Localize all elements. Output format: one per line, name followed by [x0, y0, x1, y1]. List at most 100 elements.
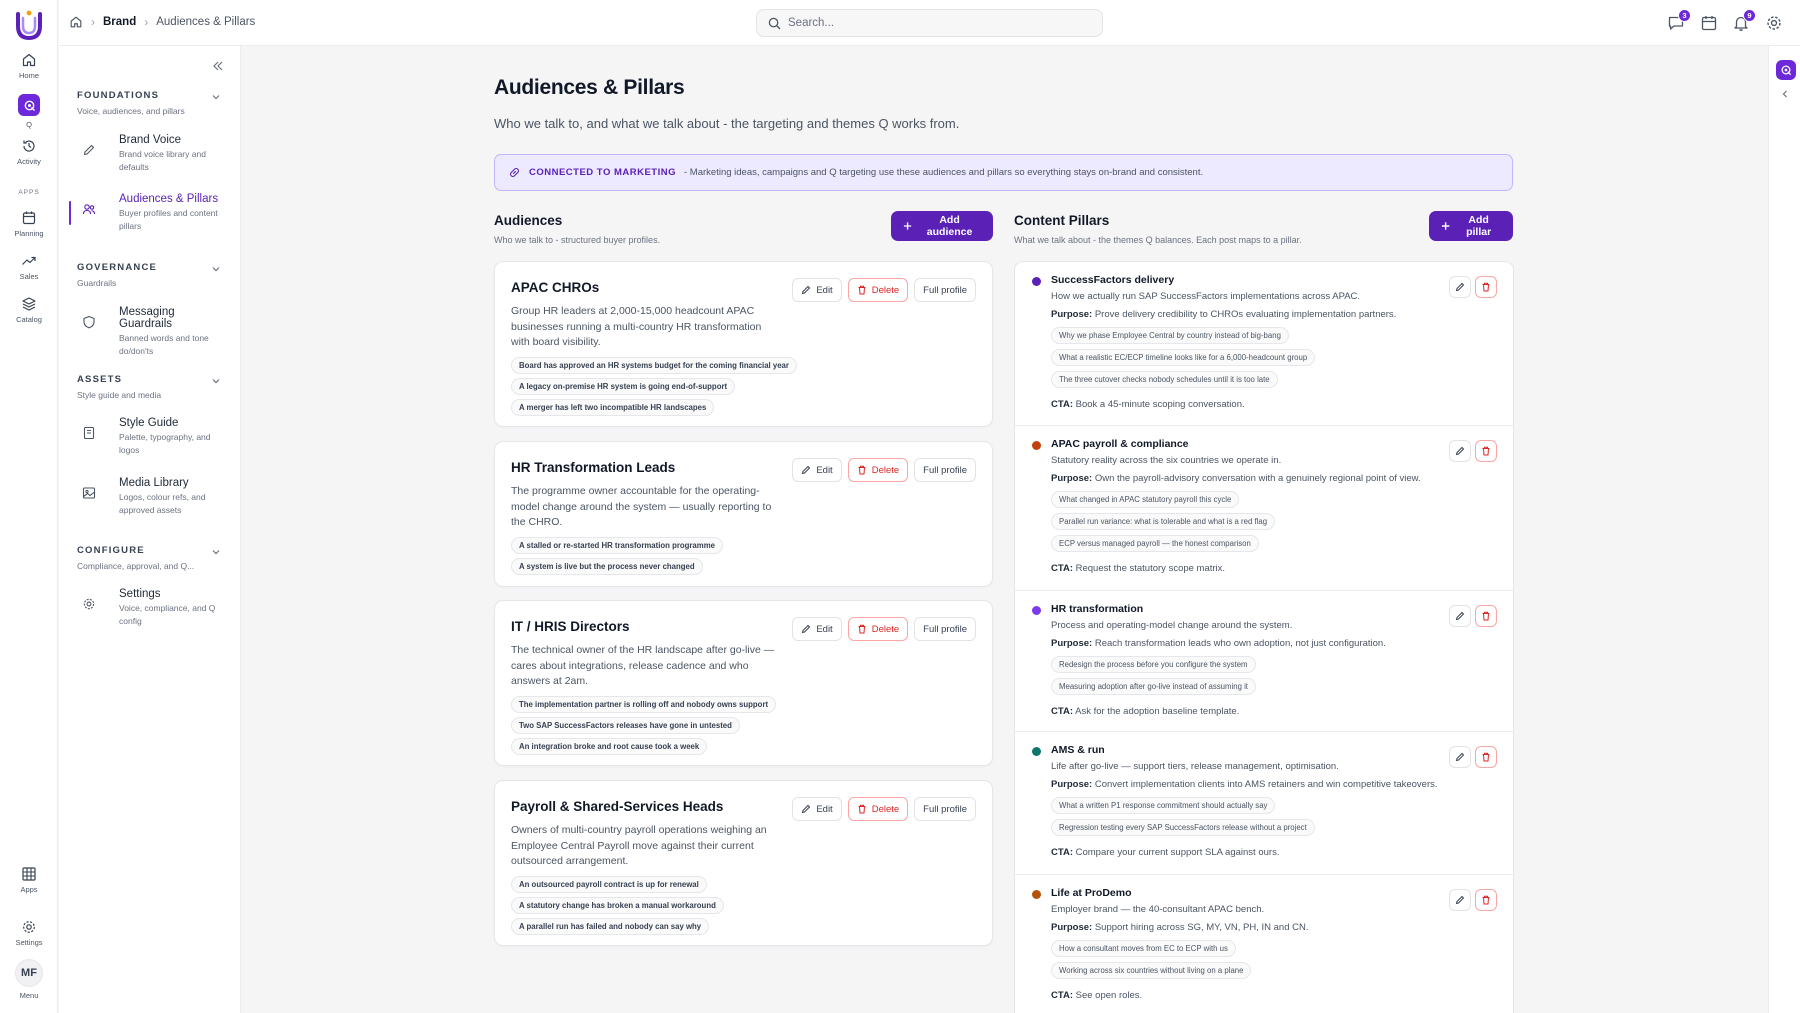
cta-label: CTA:: [1051, 990, 1073, 1001]
rail-q[interactable]: Q: [0, 94, 58, 129]
cta-text: See open roles.: [1075, 990, 1143, 1001]
sidebar-item-brand-voice[interactable]: Brand Voice Brand voice library and defa…: [69, 130, 231, 177]
purpose-text: Convert implementation clients into AMS …: [1094, 779, 1438, 790]
home-icon[interactable]: [69, 15, 83, 29]
edit-pillar-button[interactable]: [1449, 440, 1471, 462]
sidebar-item-desc: Buyer profiles and content pillars: [119, 208, 218, 231]
topic-chip: What changed in APAC statutory payroll t…: [1051, 491, 1240, 508]
purpose-text: Prove delivery credibility to CHROs eval…: [1094, 309, 1397, 320]
delete-button[interactable]: Delete: [847, 617, 909, 641]
sidebar-item-media-library[interactable]: Media Library Logos, colour refs, and ap…: [69, 473, 231, 520]
sidebar-item-style-guide[interactable]: Style Guide Palette, typography, and log…: [69, 413, 231, 460]
pillars-subtitle: What we talk about - the themes Q balanc…: [1014, 235, 1302, 245]
delete-pillar-button[interactable]: [1475, 276, 1497, 298]
delete-pillar-button[interactable]: [1475, 440, 1497, 462]
calendar-button[interactable]: [1700, 14, 1718, 32]
rail-apps[interactable]: Apps: [0, 866, 58, 894]
messages-button[interactable]: 3: [1667, 9, 1691, 32]
page-title: Audiences & Pillars: [494, 76, 685, 99]
audience-actions: Edit Delete Full profile: [792, 797, 976, 821]
plus-icon: [903, 222, 912, 230]
cta-text: Request the statutory scope matrix.: [1075, 563, 1226, 574]
purpose-label: Purpose:: [1051, 638, 1093, 649]
gear-icon: [23, 921, 35, 933]
rail-catalog[interactable]: Catalog: [0, 296, 58, 324]
sidebar-item-messaging-guardrails[interactable]: Messaging Guardrails Banned words and to…: [69, 302, 231, 361]
breadcrumb: › Brand › Audiences & Pillars: [69, 15, 255, 29]
chevron-down-icon[interactable]: [211, 547, 221, 557]
trash-icon: [858, 804, 866, 814]
trash-icon: [858, 465, 866, 475]
pillar-purpose: Purpose: Support hiring across SG, MY, V…: [1051, 922, 1309, 933]
full-profile-button[interactable]: Full profile: [914, 617, 976, 641]
topic-chip: Redesign the process before you configur…: [1051, 656, 1256, 673]
group-title-assets[interactable]: ASSETS: [77, 374, 122, 385]
group-title-governance[interactable]: GOVERNANCE: [77, 262, 157, 273]
logo-icon[interactable]: [14, 8, 44, 42]
sidebar-item-audiences-pillars[interactable]: Audiences & Pillars Buyer profiles and c…: [69, 189, 231, 236]
edit-button[interactable]: Edit: [792, 458, 842, 482]
rail-home[interactable]: Home: [0, 52, 58, 80]
chevron-down-icon[interactable]: [211, 264, 221, 274]
rail-activity[interactable]: Activity: [0, 138, 58, 166]
rail-menu[interactable]: MF Menu: [0, 959, 58, 1000]
open-q-button[interactable]: [1776, 60, 1796, 80]
edit-pillar-button[interactable]: [1449, 746, 1471, 768]
pillar-name: AMS & run: [1051, 744, 1105, 756]
chevron-down-icon[interactable]: [211, 376, 221, 386]
settings-button[interactable]: [1765, 14, 1783, 32]
edit-pillar-button[interactable]: [1449, 605, 1471, 627]
group-title-configure[interactable]: CONFIGURE: [77, 545, 145, 556]
edit-pillar-button[interactable]: [1449, 889, 1471, 911]
delete-button[interactable]: Delete: [847, 278, 909, 302]
chevron-down-icon[interactable]: [211, 92, 221, 102]
pencil-icon: [1455, 895, 1465, 905]
pillar-description: Life after go-live — support tiers, rele…: [1051, 761, 1339, 772]
search-box[interactable]: [756, 9, 1103, 37]
rail-settings[interactable]: Settings: [0, 919, 58, 947]
rail-sales[interactable]: Sales: [0, 253, 58, 281]
trash-icon: [1482, 752, 1490, 762]
delete-pillar-button[interactable]: [1475, 889, 1497, 911]
cta-label: CTA:: [1051, 847, 1073, 858]
audiences-title: Audiences: [494, 213, 563, 228]
edit-button[interactable]: Edit: [792, 617, 842, 641]
edit-button[interactable]: Edit: [792, 797, 842, 821]
edit-label: Edit: [816, 623, 833, 635]
rail-planning[interactable]: Planning: [0, 210, 58, 238]
edit-pillar-button[interactable]: [1449, 276, 1471, 298]
sidebar-item-settings[interactable]: Settings Voice, compliance, and Q config: [69, 584, 231, 631]
rail-label: Planning: [14, 229, 44, 238]
full-profile-button[interactable]: Full profile: [914, 458, 976, 482]
cta-label: CTA:: [1051, 706, 1073, 717]
search-input[interactable]: [788, 17, 1068, 29]
delete-button[interactable]: Delete: [847, 797, 909, 821]
trigger-chip: Board has approved an HR systems budget …: [511, 357, 797, 374]
chevron-left-icon[interactable]: [1781, 90, 1789, 98]
full-profile-button[interactable]: Full profile: [914, 278, 976, 302]
sidebar-item-title: Brand Voice: [119, 134, 182, 146]
trash-icon: [858, 624, 866, 634]
breadcrumb-brand[interactable]: Brand: [103, 16, 136, 28]
link-icon: [510, 168, 519, 177]
pillar-description: How we actually run SAP SuccessFactors i…: [1051, 291, 1361, 302]
delete-pillar-button[interactable]: [1475, 605, 1497, 627]
full-profile-button[interactable]: Full profile: [914, 797, 976, 821]
cta-label: CTA:: [1051, 399, 1073, 410]
edit-button[interactable]: Edit: [792, 278, 842, 302]
delete-pillar-button[interactable]: [1475, 746, 1497, 768]
delete-button[interactable]: Delete: [847, 458, 909, 482]
collapse-sidebar-icon[interactable]: [212, 60, 224, 72]
notifications-button[interactable]: 9: [1732, 9, 1756, 32]
add-pillar-button[interactable]: Add pillar: [1429, 211, 1513, 241]
banner-label: CONNECTED TO MARKETING: [529, 167, 676, 178]
trigger-list: The implementation partner is rolling of…: [511, 696, 777, 755]
assistant-edge-panel: [1768, 46, 1800, 1013]
topic-list: Redesign the process before you configur…: [1051, 656, 1256, 695]
full-profile-label: Full profile: [923, 803, 967, 815]
group-title-foundations[interactable]: FOUNDATIONS: [77, 90, 159, 101]
add-audience-button[interactable]: Add audience: [891, 211, 993, 241]
rail-label: Sales: [19, 272, 39, 281]
sidebar-item-title: Settings: [119, 588, 161, 600]
trash-icon: [1482, 895, 1490, 905]
